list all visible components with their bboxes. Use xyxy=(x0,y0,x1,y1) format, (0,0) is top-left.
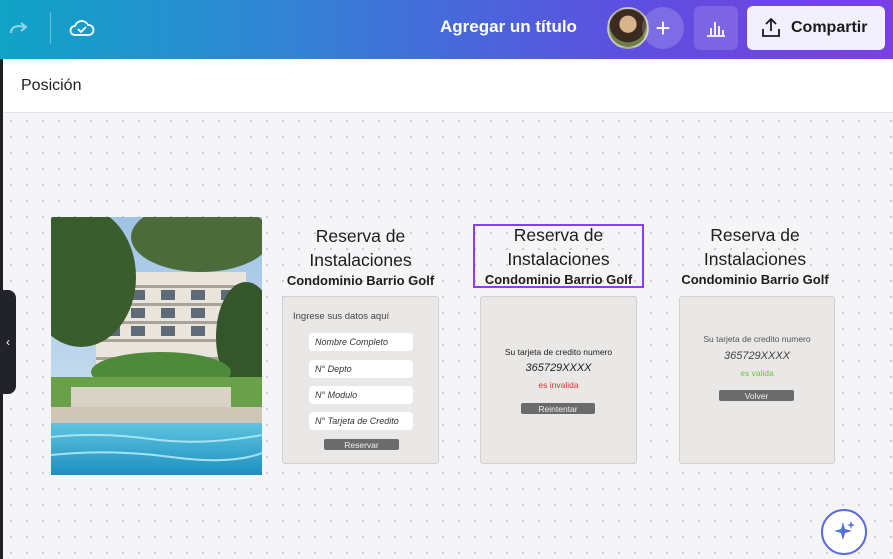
share-label: Compartir xyxy=(791,19,868,36)
plus-icon: + xyxy=(655,12,671,43)
card2-message: Su tarjeta de credito numero xyxy=(504,347,613,357)
card-number-field[interactable]: N° Tarjeta de Credito xyxy=(309,412,413,430)
reservar-button[interactable]: Reservar xyxy=(324,439,399,450)
card3-message: Su tarjeta de credito numero xyxy=(703,334,811,344)
card3-status: es valida xyxy=(740,368,774,378)
card3-title-line1: Reserva de xyxy=(710,225,800,245)
card1-form-panel[interactable]: Ingrese sus datos aquí Nombre Completo N… xyxy=(282,296,439,464)
volver-button[interactable]: Volver xyxy=(719,390,794,401)
position-panel-header: Posición xyxy=(3,59,893,113)
share-button[interactable]: Compartir xyxy=(747,6,885,50)
chevron-left-icon: ‹ xyxy=(6,335,10,349)
upload-icon xyxy=(762,18,780,37)
reintentar-button[interactable]: Reintentar xyxy=(521,403,595,414)
selection-box[interactable] xyxy=(473,224,644,288)
card1-title-line1: Reserva de xyxy=(315,226,406,246)
stats-icon xyxy=(707,22,725,37)
toolbar-divider xyxy=(50,12,51,44)
card2-status: es invalida xyxy=(538,380,579,390)
card3-card-number: 365729XXXX xyxy=(723,350,791,362)
card1-subtitle: Condominio Barrio Golf xyxy=(286,273,435,288)
cloud-saved-icon[interactable] xyxy=(68,15,96,41)
redo-icon[interactable] xyxy=(6,16,32,42)
position-label: Posición xyxy=(21,77,82,94)
card2-result-panel[interactable]: Su tarjeta de credito numero 365729XXXX … xyxy=(480,296,637,464)
form-heading: Ingrese sus datos aquí xyxy=(293,311,390,322)
card3-result-panel[interactable]: Su tarjeta de credito numero 365729XXXX … xyxy=(679,296,835,464)
card1-title-block[interactable]: Reserva de Instalaciones Condominio Barr… xyxy=(282,224,439,289)
magic-assistant-button[interactable] xyxy=(821,509,867,555)
stats-button[interactable] xyxy=(694,6,738,50)
top-toolbar: Agregar un título + Compartir xyxy=(0,0,893,59)
depto-field[interactable]: N° Depto xyxy=(309,360,413,378)
card3-subtitle: Condominio Barrio Golf xyxy=(681,272,829,287)
document-title[interactable]: Agregar un título xyxy=(440,17,577,37)
condominium-photo[interactable] xyxy=(51,217,262,475)
modulo-field[interactable]: N° Modulo xyxy=(309,386,413,404)
name-field[interactable]: Nombre Completo xyxy=(309,333,413,351)
card3-title-block[interactable]: Reserva de Instalaciones Condominio Barr… xyxy=(675,223,835,288)
card1-title-line2: Instalaciones xyxy=(309,250,412,270)
card3-title-line2: Instalaciones xyxy=(703,249,807,269)
collapse-panel-handle[interactable]: ‹ xyxy=(0,290,16,394)
magic-sparkle-icon xyxy=(834,521,855,540)
card2-card-number: 365729XXXX xyxy=(525,362,592,374)
add-collaborator-button[interactable]: + xyxy=(642,7,684,49)
